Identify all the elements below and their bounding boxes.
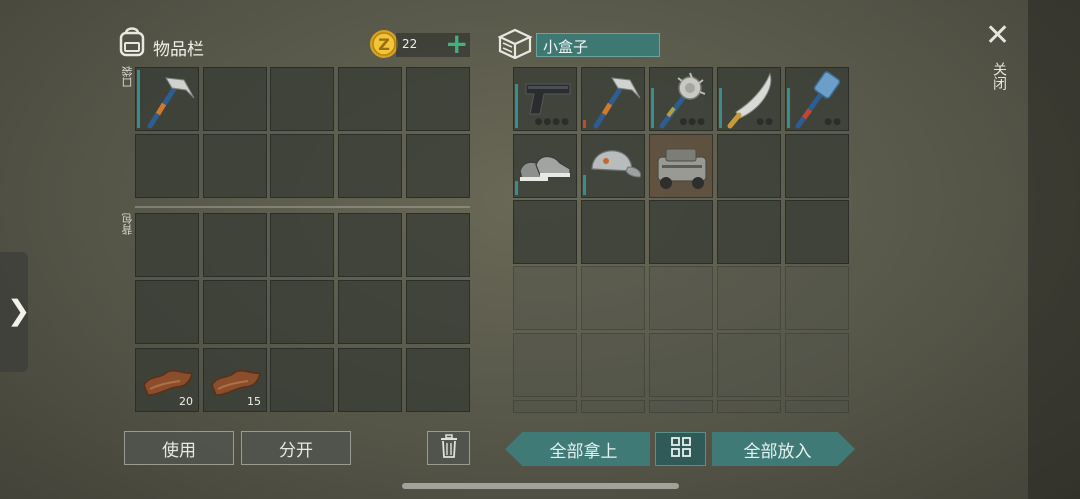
- container-slot-12[interactable]: [581, 200, 645, 264]
- pocket-slot-1[interactable]: [135, 67, 199, 131]
- svg-text:Z: Z: [378, 35, 390, 54]
- side-expand-tab[interactable]: ❯: [0, 252, 31, 372]
- currency-count: 22: [402, 37, 418, 51]
- container-slot-13[interactable]: [649, 200, 713, 264]
- container-name-value: 小盒子: [543, 38, 589, 56]
- locked-slot: [649, 266, 713, 330]
- locked-slot: [513, 400, 577, 413]
- backpack-slot-1[interactable]: [135, 213, 199, 277]
- backpack-slot-5[interactable]: [406, 213, 470, 277]
- take-all-button[interactable]: 全部拿上: [505, 432, 650, 466]
- backpack-slot-6[interactable]: [135, 280, 199, 344]
- pocket-slot-9[interactable]: [338, 134, 402, 198]
- locked-slot: [785, 266, 849, 330]
- right-edge: [1028, 0, 1080, 499]
- rating-dots: ●●: [824, 117, 842, 127]
- backpack-icon: [117, 25, 147, 61]
- pocket-slot-6[interactable]: [135, 134, 199, 198]
- container-name-field[interactable]: 小盒子: [536, 33, 660, 57]
- container-slot-14[interactable]: [717, 200, 781, 264]
- locked-slot: [717, 266, 781, 330]
- pocket-label: 口袋: [121, 66, 134, 88]
- discard-button[interactable]: [427, 431, 470, 465]
- pocket-slot-8[interactable]: [270, 134, 334, 198]
- container-slot-3[interactable]: ●●●: [649, 67, 713, 131]
- container-slot-6[interactable]: [513, 134, 577, 198]
- close-icon: ✕: [985, 18, 1011, 53]
- container-slot-4[interactable]: ●●: [717, 67, 781, 131]
- container-slot-5[interactable]: ●●: [785, 67, 849, 131]
- container-slot-10[interactable]: [785, 134, 849, 198]
- pocket-slot-2[interactable]: [203, 67, 267, 131]
- container-slot-8[interactable]: [649, 134, 713, 198]
- pocket-slot-3[interactable]: [270, 67, 334, 131]
- pocket-slot-4[interactable]: [338, 67, 402, 131]
- backpack-slot-11[interactable]: 20: [135, 348, 199, 412]
- locked-slot: [649, 400, 713, 413]
- inventory-title: 物品栏: [153, 40, 204, 60]
- container-slot-15[interactable]: [785, 200, 849, 264]
- plus-icon: +: [445, 27, 469, 60]
- locked-slot: [513, 333, 577, 397]
- container-slot-9[interactable]: [717, 134, 781, 198]
- split-button[interactable]: 分开: [241, 431, 351, 465]
- locked-slot: [785, 400, 849, 413]
- close-button[interactable]: ✕ 关闭: [981, 18, 1015, 102]
- backpack-label: 背包: [121, 213, 134, 235]
- trash-icon: [439, 433, 459, 463]
- currency-icon: Z: [369, 29, 399, 63]
- container-slot-7[interactable]: [581, 134, 645, 198]
- use-button[interactable]: 使用: [124, 431, 234, 465]
- locked-slot: [717, 333, 781, 397]
- backpack-slot-8[interactable]: [270, 280, 334, 344]
- backpack-slot-2[interactable]: [203, 213, 267, 277]
- home-indicator: [402, 483, 679, 489]
- backpack-slot-3[interactable]: [270, 213, 334, 277]
- add-currency-button[interactable]: +: [441, 27, 469, 60]
- locked-slot: [513, 266, 577, 330]
- sort-button[interactable]: [655, 432, 706, 466]
- locked-slot: [649, 333, 713, 397]
- put-all-label: 全部放入: [743, 441, 812, 462]
- item-quantity: 20: [179, 395, 193, 408]
- locked-slot: [581, 400, 645, 413]
- container-slot-11[interactable]: [513, 200, 577, 264]
- pocket-slot-10[interactable]: [406, 134, 470, 198]
- pocket-slot-7[interactable]: [203, 134, 267, 198]
- locked-slot: [581, 266, 645, 330]
- rating-dots: ●●●●: [534, 117, 570, 127]
- container-slot-2[interactable]: [581, 67, 645, 131]
- grid-icon: [670, 436, 692, 463]
- rating-dots: ●●●: [679, 117, 706, 127]
- divider: [135, 206, 470, 208]
- locked-slot: [717, 400, 781, 413]
- item-quantity: 15: [247, 395, 261, 408]
- backpack-slot-12[interactable]: 15: [203, 348, 267, 412]
- box-icon: [497, 27, 533, 63]
- put-all-button[interactable]: 全部放入: [712, 432, 855, 466]
- backpack-slot-13[interactable]: [270, 348, 334, 412]
- chevron-right-icon: ❯: [7, 294, 31, 327]
- pocket-slot-5[interactable]: [406, 67, 470, 131]
- backpack-slot-10[interactable]: [406, 280, 470, 344]
- locked-slot: [581, 333, 645, 397]
- locked-slot: [785, 333, 849, 397]
- rating-dots: ●●: [756, 117, 774, 127]
- backpack-slot-4[interactable]: [338, 213, 402, 277]
- backpack-slot-7[interactable]: [203, 280, 267, 344]
- backpack-slot-9[interactable]: [338, 280, 402, 344]
- backpack-slot-14[interactable]: [338, 348, 402, 412]
- container-slot-1[interactable]: ●●●●: [513, 67, 577, 131]
- close-label: 关闭: [991, 62, 1007, 90]
- take-all-label: 全部拿上: [549, 441, 618, 462]
- backpack-slot-15[interactable]: [406, 348, 470, 412]
